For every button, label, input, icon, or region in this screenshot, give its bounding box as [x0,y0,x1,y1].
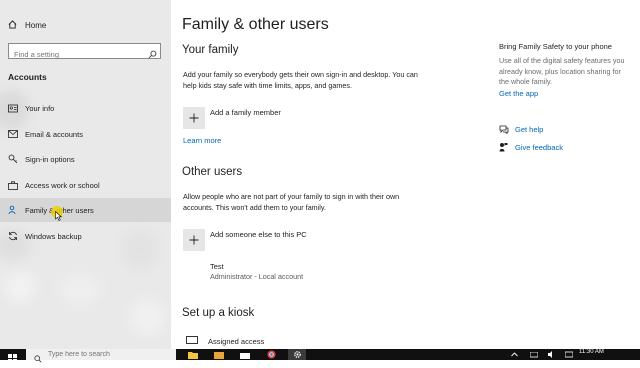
section-title-accounts: Accounts [8,72,47,82]
people-icon [8,205,18,215]
your-family-description: Add your family so everybody gets their … [183,70,418,90]
input-language-icon[interactable] [560,349,578,360]
search-icon[interactable] [148,46,157,64]
file-explorer-icon[interactable] [184,349,202,360]
chrome-icon[interactable] [262,349,280,360]
store-icon[interactable] [236,349,254,360]
taskbar: 11:30 AM [0,349,640,363]
get-help-link[interactable]: Get help [499,125,543,134]
get-the-app-link[interactable]: Get the app [499,89,538,98]
add-someone-else-button[interactable]: Add someone else to this PC [183,229,307,251]
settings-gear-icon[interactable] [288,349,306,360]
sidebar-item-email-accounts[interactable]: Email & accounts [0,122,171,146]
plus-icon [183,229,205,251]
sidebar-item-label: Your info [25,103,55,113]
monitor-icon [186,336,198,347]
home-label: Home [25,21,47,30]
user-entry-name[interactable]: Test [210,262,224,271]
user-entry-detail: Administrator - Local account [210,272,304,281]
plus-icon [183,107,205,129]
start-button[interactable] [8,350,17,368]
settings-search-box[interactable] [8,43,161,62]
sidebar-item-access-work-school[interactable]: Access work or school [0,173,171,197]
assigned-access-label: Assigned access [208,337,265,346]
sidebar-item-windows-backup[interactable]: Windows backup [0,224,171,248]
sidebar-item-your-info[interactable]: Your info [0,96,171,120]
volume-icon[interactable] [543,349,561,360]
briefcase-icon [8,180,18,190]
help-chat-icon [499,125,509,134]
taskbar-clock[interactable]: 11:30 AM [579,349,604,355]
mail-icon [8,129,18,139]
network-icon[interactable] [525,349,543,360]
sidebar-item-label: Email & accounts [25,129,83,139]
page-title: Family & other users [182,16,329,33]
add-family-member-button[interactable]: Add a family member [183,107,281,129]
home-icon [8,20,17,31]
give-feedback-label: Give feedback [515,142,563,152]
sidebar-item-label: Sign-in options [25,154,75,164]
your-family-heading: Your family [182,44,239,56]
home-nav[interactable]: Home [8,20,46,31]
key-icon [8,154,18,164]
search-icon [34,350,42,368]
add-someone-else-label: Add someone else to this PC [210,230,307,239]
add-family-member-label: Add a family member [210,108,281,117]
other-users-description: Allow people who are not part of your fa… [183,192,400,212]
kiosk-heading: Set up a kiosk [182,307,255,319]
give-feedback-link[interactable]: Give feedback [499,142,563,152]
family-safety-text: Use all of the digital safety features y… [499,56,625,86]
family-safety-title: Bring Family Safety to your phone [499,42,612,51]
person-card-icon [8,103,18,113]
sync-icon [8,231,18,241]
feedback-person-icon [499,142,509,152]
get-help-label: Get help [515,125,544,134]
tray-chevron-icon[interactable] [505,349,523,360]
taskbar-search-input[interactable] [48,350,168,359]
sidebar: Home Accounts Your info Email & accounts… [0,0,171,349]
sidebar-item-family-other-users[interactable]: Family & other users [0,198,171,222]
learn-more-link[interactable]: Learn more [183,136,221,145]
sidebar-item-sign-in-options[interactable]: Sign-in options [0,147,171,171]
folder-icon[interactable] [210,349,228,360]
assigned-access-button[interactable]: Assigned access [186,336,264,347]
sidebar-item-label: Access work or school [25,180,100,190]
taskbar-search-box[interactable] [26,349,176,363]
other-users-heading: Other users [182,166,243,178]
mouse-pointer-icon [55,208,63,226]
sidebar-item-label: Windows backup [25,231,82,241]
settings-search-input[interactable] [9,47,149,62]
main-content: Family & other users Your family Add you… [171,0,640,349]
